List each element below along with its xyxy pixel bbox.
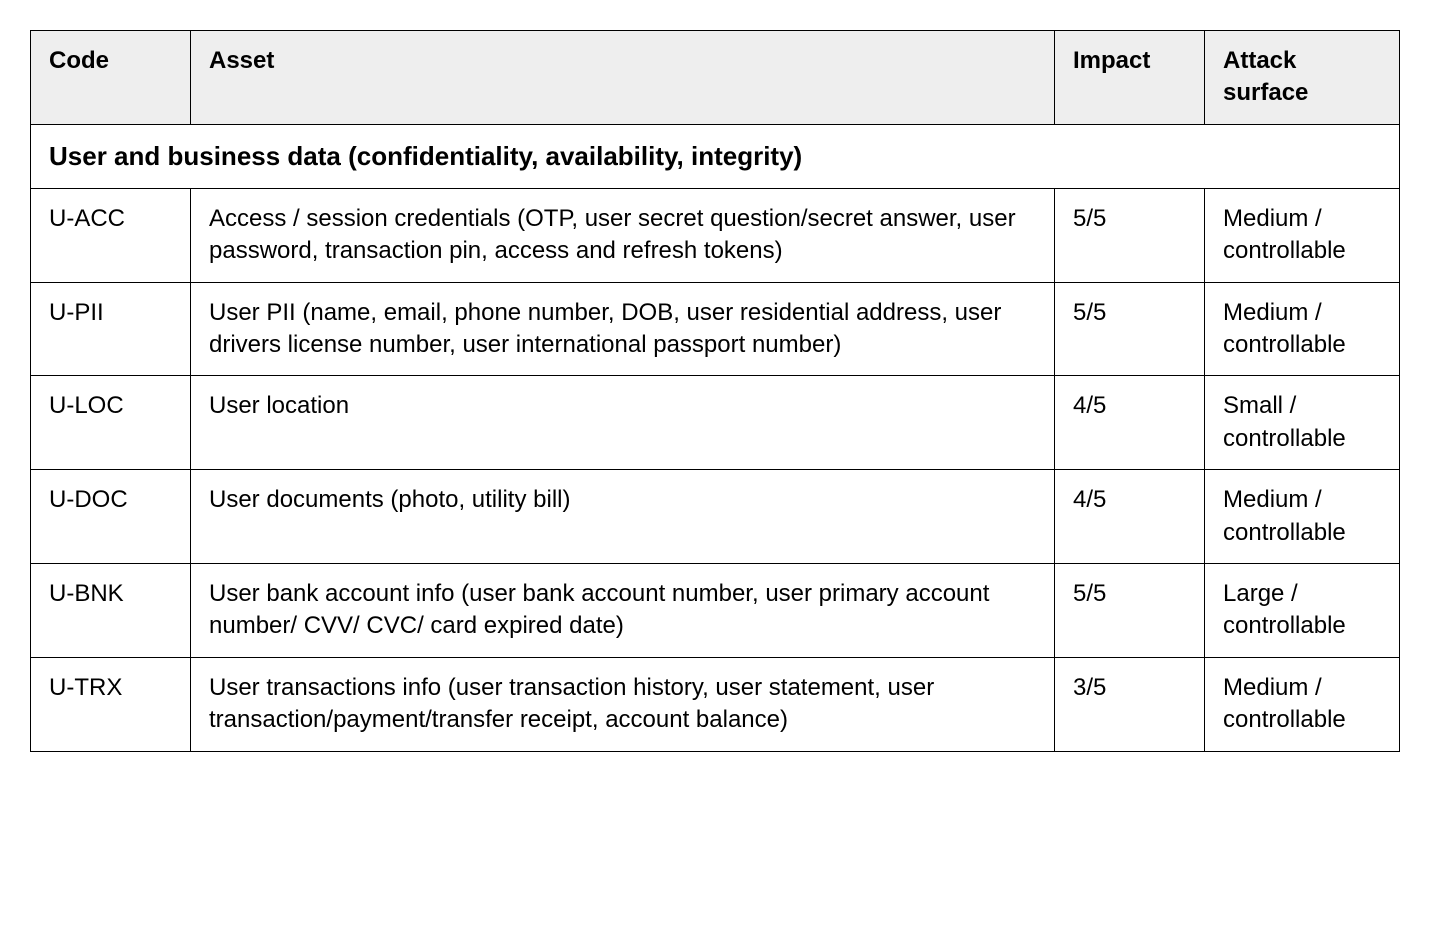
table-row: U-LOC User location 4/5 Small / controll… <box>31 376 1400 470</box>
header-code: Code <box>31 31 191 125</box>
cell-asset: User bank account info (user bank accoun… <box>191 564 1055 658</box>
header-asset: Asset <box>191 31 1055 125</box>
table-row: U-BNK User bank account info (user bank … <box>31 564 1400 658</box>
header-attack-surface: Attack surface <box>1205 31 1400 125</box>
cell-code: U-ACC <box>31 188 191 282</box>
cell-code: U-DOC <box>31 470 191 564</box>
cell-attack-surface: Medium / controllable <box>1205 657 1400 751</box>
section-title: User and business data (confidentiality,… <box>31 124 1400 188</box>
table-row: U-TRX User transactions info (user trans… <box>31 657 1400 751</box>
cell-impact: 5/5 <box>1055 282 1205 376</box>
header-impact: Impact <box>1055 31 1205 125</box>
cell-impact: 5/5 <box>1055 188 1205 282</box>
table-row: U-PII User PII (name, email, phone numbe… <box>31 282 1400 376</box>
cell-asset: User transactions info (user transaction… <box>191 657 1055 751</box>
cell-attack-surface: Medium / controllable <box>1205 282 1400 376</box>
cell-impact: 5/5 <box>1055 564 1205 658</box>
table-row: U-ACC Access / session credentials (OTP,… <box>31 188 1400 282</box>
cell-asset: User documents (photo, utility bill) <box>191 470 1055 564</box>
asset-inventory-table: Code Asset Impact Attack surface User an… <box>30 30 1400 752</box>
cell-code: U-LOC <box>31 376 191 470</box>
cell-attack-surface: Small / controllable <box>1205 376 1400 470</box>
cell-code: U-TRX <box>31 657 191 751</box>
cell-impact: 4/5 <box>1055 470 1205 564</box>
table-header-row: Code Asset Impact Attack surface <box>31 31 1400 125</box>
cell-asset: User location <box>191 376 1055 470</box>
cell-attack-surface: Large / controllable <box>1205 564 1400 658</box>
cell-asset: User PII (name, email, phone number, DOB… <box>191 282 1055 376</box>
table-row: U-DOC User documents (photo, utility bil… <box>31 470 1400 564</box>
table-section-row: User and business data (confidentiality,… <box>31 124 1400 188</box>
cell-code: U-BNK <box>31 564 191 658</box>
cell-impact: 3/5 <box>1055 657 1205 751</box>
cell-code: U-PII <box>31 282 191 376</box>
cell-asset: Access / session credentials (OTP, user … <box>191 188 1055 282</box>
cell-attack-surface: Medium / controllable <box>1205 188 1400 282</box>
cell-attack-surface: Medium / controllable <box>1205 470 1400 564</box>
cell-impact: 4/5 <box>1055 376 1205 470</box>
